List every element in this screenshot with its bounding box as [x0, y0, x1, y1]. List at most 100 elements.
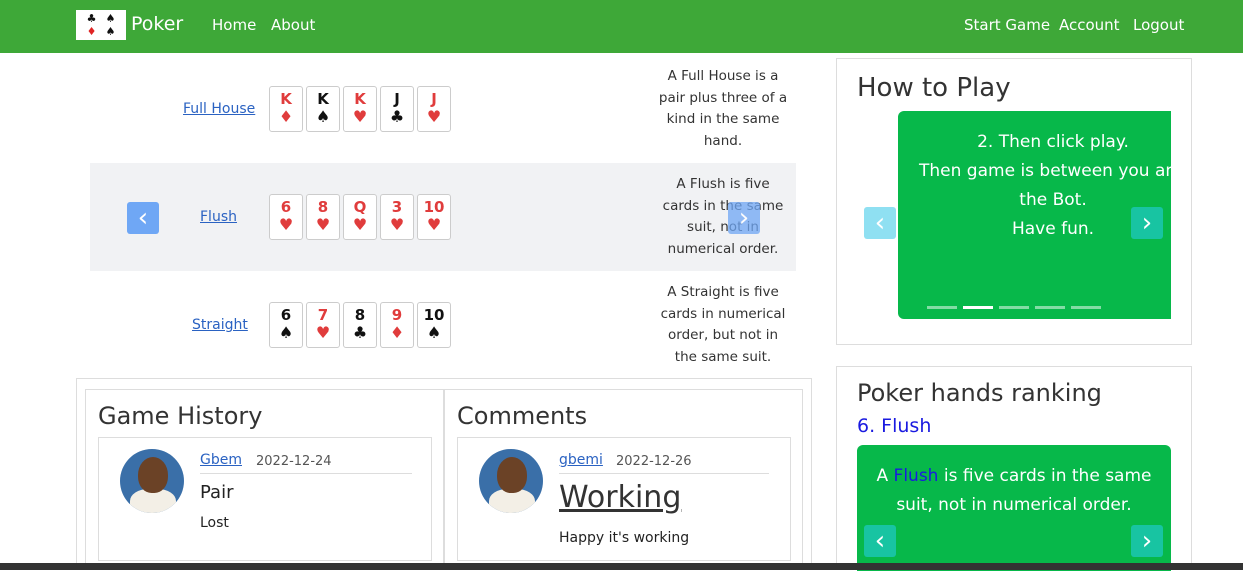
poker-logo-icon[interactable]: ♣ ♠ ♦ ♠ — [76, 10, 126, 40]
slide-indicator[interactable] — [927, 306, 957, 309]
diamond-icon: ♦ — [86, 25, 97, 38]
comment-heading: Working — [559, 480, 682, 515]
card-suit-icon: ♥ — [389, 215, 405, 234]
chevron-right-icon: › — [1141, 208, 1153, 238]
hand-row: Full House K ♦ K ♠ K ♥ J ♣ J ♥ A Full House is a pa… — [90, 55, 796, 163]
ranking-slide-line2: suit, not in numerical order. — [896, 495, 1132, 515]
nav-logout[interactable]: Logout — [1133, 16, 1184, 34]
hand-description: A Straight is five cards in numerical or… — [660, 284, 786, 365]
nav-account[interactable]: Account — [1059, 16, 1120, 34]
playing-card: 6 ♠ — [269, 302, 303, 348]
card-suit-icon: ♣ — [352, 323, 368, 342]
slide-indicator[interactable] — [1071, 306, 1101, 309]
how-to-play-next-button[interactable]: › — [1131, 207, 1163, 239]
nav-home[interactable]: Home — [212, 16, 256, 34]
chevron-left-icon: ‹ — [874, 208, 886, 238]
playing-card: 10 ♠ — [417, 302, 451, 348]
divider — [200, 473, 412, 474]
hand-description: A Flush is five cards in the same suit, … — [662, 176, 784, 257]
ranking-prev-button[interactable]: ‹ — [864, 525, 896, 557]
how-to-play-prev-button[interactable]: ‹ — [864, 207, 896, 239]
card-rank: J — [431, 90, 437, 108]
card-suit-icon: ♣ — [389, 107, 405, 126]
card-rank: 10 — [423, 306, 445, 324]
playing-card: 8 ♥ — [306, 194, 340, 240]
hand-name-link[interactable]: Flush — [200, 209, 237, 225]
card-rank: J — [394, 90, 400, 108]
card-suit-icon: ♦ — [278, 107, 294, 126]
card-rank: K — [317, 90, 329, 108]
comments-panel: Comments gbemi 2022-12-26 Working Happy … — [444, 389, 803, 570]
spade-icon: ♠ — [105, 25, 116, 38]
slide-line: 2. Then click play. — [977, 132, 1129, 152]
comment-entry: gbemi 2022-12-26 Working Happy it's work… — [457, 437, 791, 561]
ranking-slide-pre: A — [876, 466, 894, 486]
playing-card: 3 ♥ — [380, 194, 414, 240]
card-rank: K — [280, 90, 292, 108]
playing-card: K ♥ — [343, 86, 377, 132]
card-suit-icon: ♥ — [426, 107, 442, 126]
history-entry: Gbem 2022-12-24 Pair Lost — [98, 437, 432, 561]
chevron-right-icon: › — [738, 203, 750, 233]
game-history-panel: Game History Gbem 2022-12-24 Pair Lost — [85, 389, 444, 570]
nav-about[interactable]: About — [271, 16, 315, 34]
ranking-panel: Poker hands ranking 6. Flush A Flush is … — [836, 366, 1192, 571]
ranking-slide-text: A Flush is five cards in the same suit, … — [857, 462, 1171, 520]
comment-user-link[interactable]: gbemi — [559, 452, 603, 468]
slide-line: Then game is between you and — [919, 161, 1171, 181]
playing-card: K ♠ — [306, 86, 340, 132]
slide-indicator[interactable] — [963, 306, 993, 309]
card-suit-icon: ♠ — [426, 323, 442, 342]
playing-card: 6 ♥ — [269, 194, 303, 240]
card-rank: 8 — [317, 198, 329, 216]
game-history-title: Game History — [98, 402, 263, 430]
history-user-link[interactable]: Gbem — [200, 452, 242, 468]
hands-prev-button[interactable]: ‹ — [127, 202, 159, 234]
comment-body: Happy it's working — [559, 530, 690, 546]
card-suit-icon: ♠ — [315, 107, 331, 126]
history-date: 2022-12-24 — [256, 454, 332, 469]
bottom-scrollbar[interactable] — [0, 563, 1243, 570]
card-suit-icon: ♠ — [278, 323, 294, 342]
ranking-item: 6. Flush — [857, 415, 932, 437]
chevron-right-icon: › — [1141, 526, 1153, 556]
playing-card: K ♦ — [269, 86, 303, 132]
hand-name-link[interactable]: Full House — [183, 101, 255, 117]
chevron-left-icon: ‹ — [874, 526, 886, 556]
playing-card: Q ♥ — [343, 194, 377, 240]
playing-card: 10 ♥ — [417, 194, 451, 240]
ranking-next-button[interactable]: › — [1131, 525, 1163, 557]
card-suit-icon: ♦ — [389, 323, 405, 342]
card-rank: 9 — [391, 306, 403, 324]
nav-start-game[interactable]: Start Game — [964, 16, 1050, 34]
playing-card: J ♥ — [417, 86, 451, 132]
ranking-slide-post: is five cards in the same — [938, 466, 1152, 486]
comments-title: Comments — [457, 402, 588, 430]
comment-date: 2022-12-26 — [616, 454, 692, 469]
playing-card: 9 ♦ — [380, 302, 414, 348]
slide-indicator[interactable] — [999, 306, 1029, 309]
hand-name-link[interactable]: Straight — [192, 317, 248, 333]
card-suit-icon: ♥ — [352, 215, 368, 234]
hand-row: Flush 6 ♥ 8 ♥ Q ♥ 3 ♥ 10 ♥ A Flush is five cards in… — [90, 163, 796, 271]
divider — [559, 473, 769, 474]
brand-link[interactable]: Poker — [131, 13, 183, 35]
card-rank: 6 — [280, 306, 292, 324]
navbar: ♣ ♠ ♦ ♠ Poker Home About Start Game Acco… — [0, 0, 1243, 53]
playing-card: J ♣ — [380, 86, 414, 132]
chevron-left-icon: ‹ — [137, 203, 149, 233]
ranking-flush-link[interactable]: Flush — [894, 466, 939, 486]
card-rank: 8 — [354, 306, 366, 324]
card-suit-icon: ♥ — [426, 215, 442, 234]
history-heading: Pair — [200, 482, 234, 503]
hand-description: A Full House is a pair plus three of a k… — [658, 68, 788, 149]
hand-row: Straight 6 ♠ 7 ♥ 8 ♣ 9 ♦ 10 ♠ A Straight is five ca… — [90, 271, 796, 379]
card-suit-icon: ♥ — [315, 215, 331, 234]
slide-indicator[interactable] — [1035, 306, 1065, 309]
playing-card: 8 ♣ — [343, 302, 377, 348]
hands-next-button[interactable]: › — [728, 202, 760, 234]
how-to-play-panel: How to Play 2. Then click play. Then gam… — [836, 58, 1192, 345]
avatar — [120, 449, 184, 513]
club-icon: ♣ — [86, 12, 97, 25]
avatar — [479, 449, 543, 513]
